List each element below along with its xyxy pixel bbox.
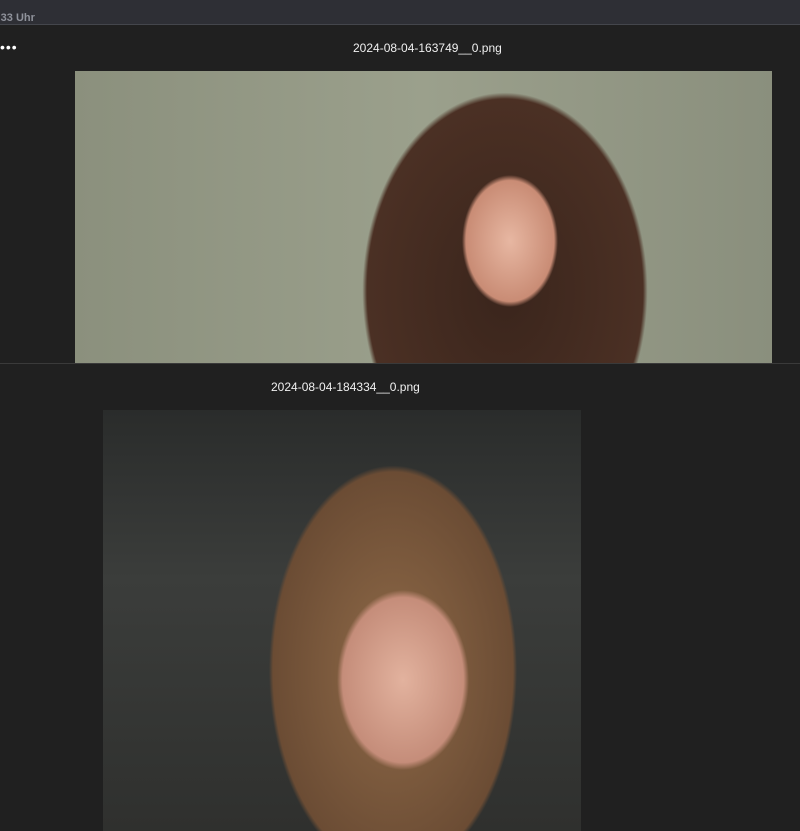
image-panel-2: 2024-08-04-184334__0.png [0,364,800,831]
image-preview[interactable] [103,410,581,831]
image-preview[interactable] [75,71,772,363]
image-filename: 2024-08-04-163749__0.png [353,41,502,55]
timestamp: :33 Uhr [0,12,35,24]
top-bar: :33 Uhr [0,0,800,25]
more-dots-icon[interactable]: ••• [0,39,18,55]
image-filename: 2024-08-04-184334__0.png [271,380,420,394]
image-panel-1: ••• 2024-08-04-163749__0.png [0,25,800,364]
